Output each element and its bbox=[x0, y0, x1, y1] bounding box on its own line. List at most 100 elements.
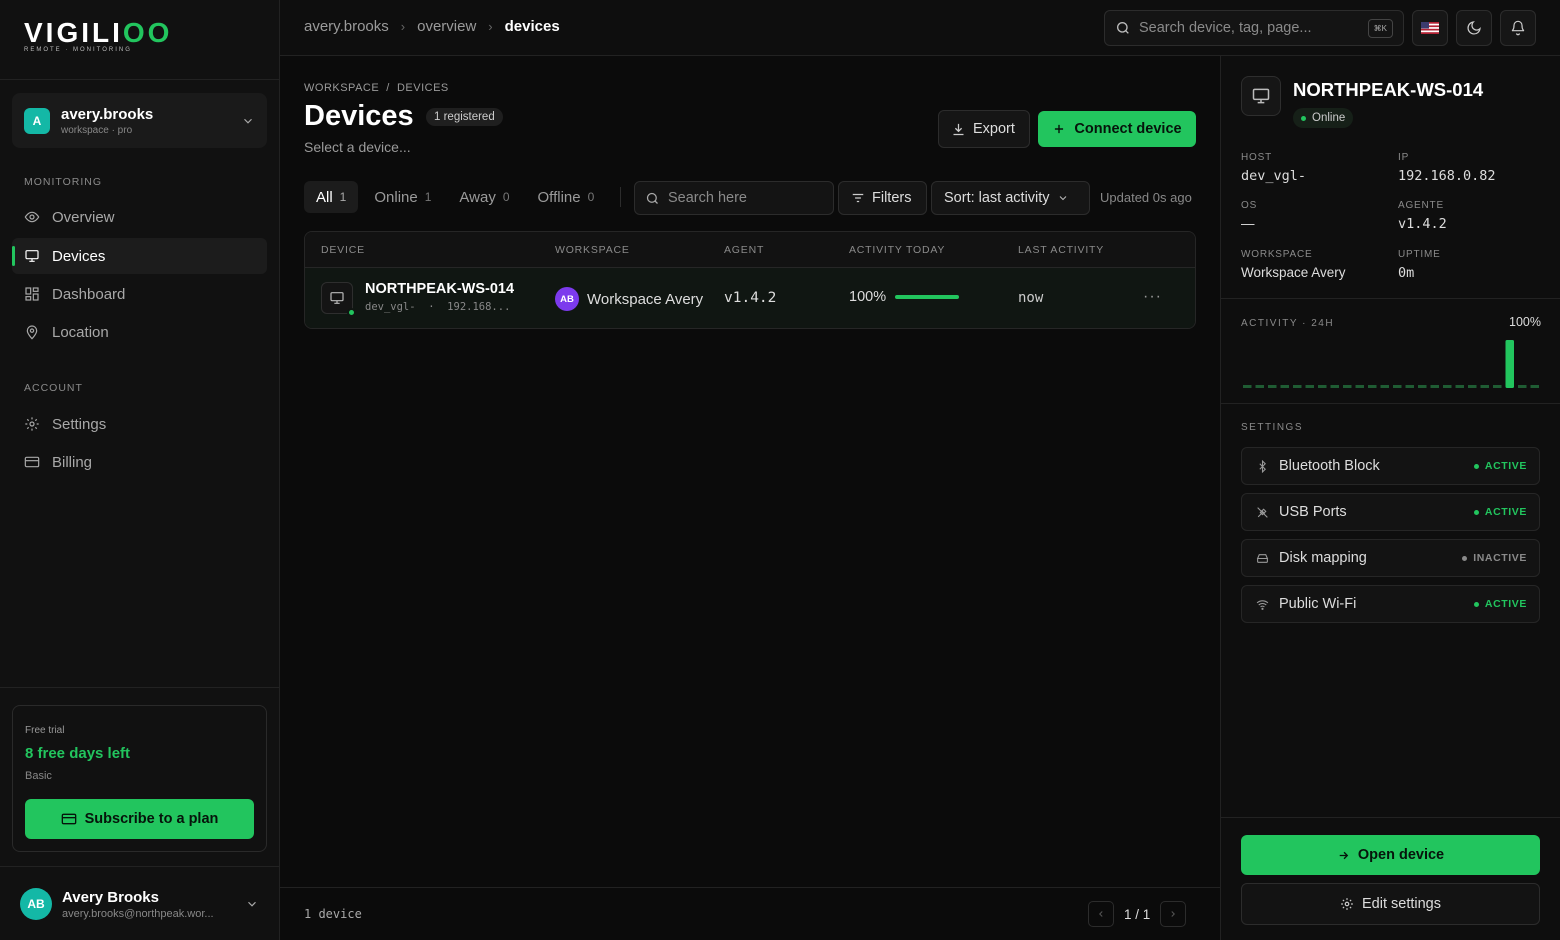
activity-bar-empty bbox=[1380, 385, 1389, 388]
user-name: Avery Brooks bbox=[62, 888, 159, 906]
ip-value: 192.168.0.82 bbox=[1398, 168, 1496, 184]
more-options-icon[interactable]: ··· bbox=[1143, 288, 1162, 306]
eye-icon bbox=[24, 209, 52, 225]
language-button[interactable] bbox=[1412, 10, 1448, 46]
connect-device-button[interactable]: Connect device bbox=[1038, 111, 1196, 147]
trial-days-left: 8 free days left bbox=[25, 745, 131, 762]
breadcrumb: avery.brooks › overview › devices bbox=[304, 18, 560, 35]
trial-plan: Basic bbox=[25, 770, 52, 782]
activity-24h-label: ACTIVITY · 24H bbox=[1241, 318, 1335, 329]
trial-section: Free trial 8 free days left Basic Subscr… bbox=[0, 687, 279, 867]
tab-online[interactable]: Online 1 bbox=[362, 181, 443, 213]
grid-icon bbox=[24, 286, 52, 302]
tab-all[interactable]: All 1 bbox=[304, 181, 359, 213]
theme-toggle-button[interactable] bbox=[1456, 10, 1492, 46]
sidebar-item-dashboard[interactable]: Dashboard bbox=[12, 276, 267, 312]
status-badge: Online bbox=[1293, 108, 1354, 128]
export-button[interactable]: Export bbox=[938, 110, 1030, 148]
map-pin-icon bbox=[24, 324, 52, 340]
open-device-button[interactable]: Open device bbox=[1241, 835, 1540, 875]
setting-public-wifi[interactable]: Public Wi-Fi ACTIVE bbox=[1241, 585, 1540, 623]
table-row[interactable]: NORTHPEAK-WS-014 dev_vgl- · 192.168... A… bbox=[305, 268, 1195, 328]
sidebar-item-devices[interactable]: Devices bbox=[12, 238, 267, 274]
setting-bluetooth-block[interactable]: Bluetooth Block ACTIVE bbox=[1241, 447, 1540, 485]
column-header-workspace[interactable]: WORKSPACE bbox=[555, 244, 630, 256]
main-content: WORKSPACE / DEVICES Devices 1 registered… bbox=[280, 56, 1220, 940]
setting-name: USB Ports bbox=[1279, 504, 1347, 520]
activity-bar-empty bbox=[1243, 385, 1252, 388]
bluetooth-icon bbox=[1256, 459, 1269, 473]
activity-bar-empty bbox=[1280, 385, 1289, 388]
logo[interactable]: VIGILIOO REMOTE · MONITORING bbox=[0, 0, 279, 80]
activity-bar-empty bbox=[1530, 385, 1539, 388]
activity-bar-empty bbox=[1255, 385, 1264, 388]
download-icon bbox=[951, 122, 966, 137]
notifications-button[interactable] bbox=[1500, 10, 1536, 46]
monitor-icon bbox=[24, 248, 52, 264]
activity-bar-empty bbox=[1330, 385, 1339, 388]
setting-status: ACTIVE bbox=[1473, 460, 1527, 472]
device-meta: dev_vgl- · 192.168... bbox=[365, 301, 511, 313]
settings-label: SETTINGS bbox=[1241, 422, 1304, 433]
logo-wordmark: VIGILIOO bbox=[24, 17, 173, 48]
setting-status: ACTIVE bbox=[1473, 506, 1527, 518]
tab-offline[interactable]: Offline 0 bbox=[526, 181, 607, 213]
workspace-switcher[interactable]: A avery.brooks workspace · pro bbox=[12, 93, 267, 148]
setting-usb-ports[interactable]: USB Ports ACTIVE bbox=[1241, 493, 1540, 531]
panel-actions: Open device Edit settings bbox=[1221, 817, 1560, 940]
filters-button[interactable]: Filters bbox=[838, 181, 927, 215]
column-header-activity[interactable]: ACTIVITY TODAY bbox=[849, 244, 945, 256]
next-page-button[interactable] bbox=[1160, 901, 1187, 927]
setting-status: ACTIVE bbox=[1473, 598, 1527, 610]
sort-label: Sort: last activity bbox=[944, 190, 1050, 206]
moon-icon bbox=[1466, 20, 1482, 36]
column-header-last-activity[interactable]: LAST ACTIVITY bbox=[1018, 244, 1104, 256]
monitor-icon bbox=[1241, 76, 1281, 116]
arrow-right-icon bbox=[1337, 849, 1350, 862]
subscribe-button[interactable]: Subscribe to a plan bbox=[25, 799, 254, 839]
divider bbox=[620, 187, 622, 207]
credit-card-icon bbox=[24, 454, 52, 470]
tab-away[interactable]: Away 0 bbox=[447, 181, 521, 213]
bell-icon bbox=[1510, 20, 1526, 36]
search-icon bbox=[645, 191, 660, 206]
sidebar-item-label: Devices bbox=[52, 247, 106, 265]
device-search-input[interactable]: Search here bbox=[634, 181, 834, 215]
avatar: AB bbox=[20, 888, 52, 920]
trial-card: Free trial 8 free days left Basic Subscr… bbox=[12, 705, 267, 852]
user-menu[interactable]: AB Avery Brooks avery.brooks@northpeak.w… bbox=[0, 868, 279, 940]
agent-value: v1.4.2 bbox=[1398, 216, 1447, 232]
setting-disk-mapping[interactable]: Disk mapping INACTIVE bbox=[1241, 539, 1540, 577]
page-title: Devices bbox=[304, 100, 414, 132]
activity-bar-empty bbox=[1405, 385, 1414, 388]
activity-bar-empty bbox=[1318, 385, 1327, 388]
sidebar-item-settings[interactable]: Settings bbox=[12, 406, 267, 442]
activity-bar bbox=[1505, 340, 1514, 388]
gear-icon bbox=[1340, 897, 1354, 911]
sidebar-item-overview[interactable]: Overview bbox=[12, 199, 267, 235]
filters-label: Filters bbox=[872, 190, 912, 206]
trial-label: Free trial bbox=[25, 725, 65, 736]
device-detail-panel: NORTHPEAK-WS-014 Online HOST dev_vgl- IP… bbox=[1220, 56, 1560, 940]
column-header-agent[interactable]: AGENT bbox=[724, 244, 764, 256]
activity-bar-empty bbox=[1355, 385, 1364, 388]
agent-version: v1.4.2 bbox=[724, 290, 777, 306]
activity-bar-empty bbox=[1293, 385, 1302, 388]
sidebar-item-location[interactable]: Location bbox=[12, 314, 267, 350]
gear-icon bbox=[24, 416, 52, 432]
sort-select[interactable]: Sort: last activity bbox=[931, 181, 1090, 215]
uptime-value: 0m bbox=[1398, 265, 1415, 281]
us-flag-icon bbox=[1421, 22, 1439, 34]
global-search-input[interactable]: Search device, tag, page... ⌘K bbox=[1104, 10, 1404, 46]
registered-badge: 1 registered bbox=[426, 108, 503, 126]
sidebar-item-billing[interactable]: Billing bbox=[12, 444, 267, 480]
page-indicator: 1 / 1 bbox=[1124, 906, 1151, 922]
wifi-icon bbox=[1256, 598, 1269, 611]
breadcrumb-user[interactable]: avery.brooks bbox=[304, 18, 389, 35]
edit-settings-button[interactable]: Edit settings bbox=[1241, 883, 1540, 925]
device-count: 1 device bbox=[304, 907, 362, 921]
breadcrumb-overview[interactable]: overview bbox=[417, 18, 476, 35]
prev-page-button[interactable] bbox=[1088, 901, 1114, 927]
chevron-right-icon: › bbox=[488, 19, 493, 34]
column-header-device[interactable]: DEVICE bbox=[321, 244, 365, 256]
